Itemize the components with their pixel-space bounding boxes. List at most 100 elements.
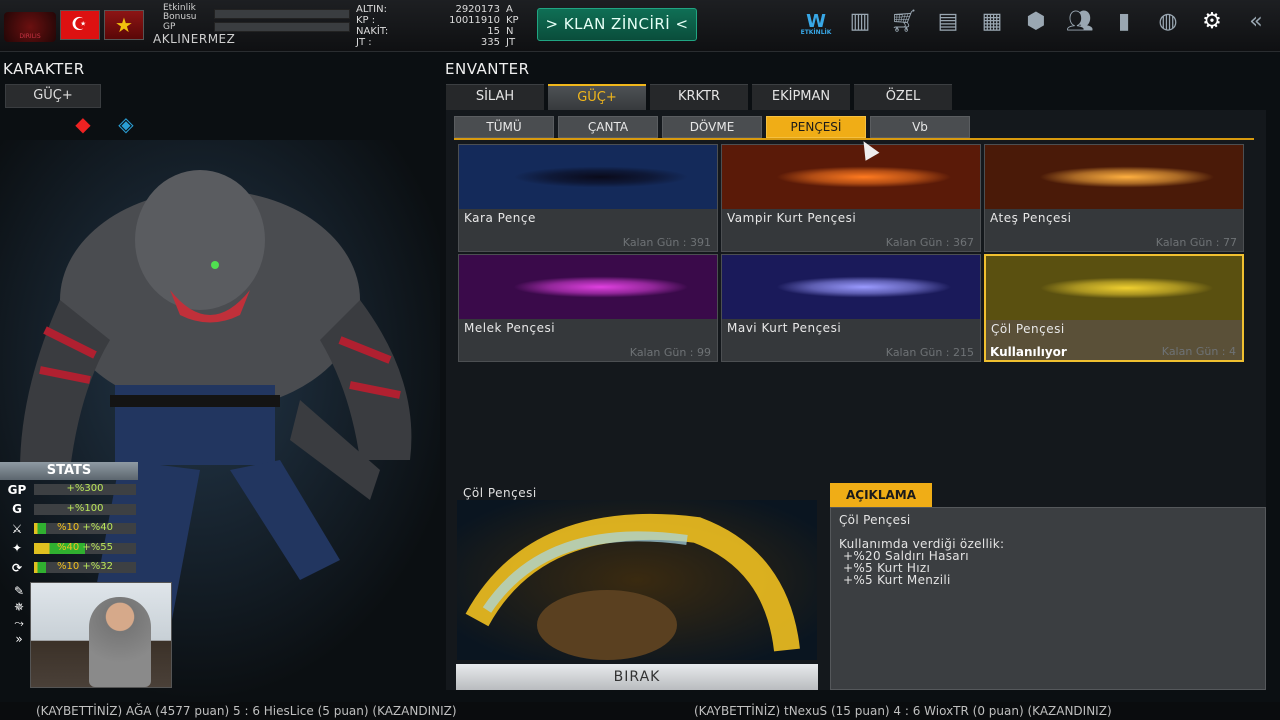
- gp-stat-icon: GP: [7, 482, 27, 497]
- back-icon[interactable]: «: [1238, 8, 1274, 36]
- tab-krktr[interactable]: KRKTR: [650, 84, 748, 110]
- item-name: Vampir Kurt Pençesi: [727, 211, 857, 225]
- item-name: Mavi Kurt Pençesi: [727, 321, 842, 335]
- stats-panel: STATS GP +%300 G +%100 ⚔ %10 +%40 ✦ %40 …: [0, 462, 140, 582]
- tab-ekipman[interactable]: EKİPMAN: [752, 84, 850, 110]
- gp-stat-value: +%300: [66, 483, 104, 495]
- item-card[interactable]: Mavi Kurt Pençesi Kalan Gün : 215: [721, 254, 981, 362]
- item-in-use-label: Kullanılıyor: [990, 345, 1067, 359]
- item-art: [985, 145, 1243, 209]
- subtab-tumu[interactable]: TÜMÜ: [454, 116, 554, 138]
- tab-ozel[interactable]: ÖZEL: [854, 84, 952, 110]
- match-results-ticker: (KAYBETTİNİZ) AĞA (4577 puan) 5 : 6 Hies…: [0, 702, 1280, 720]
- item-card[interactable]: Vampir Kurt Pençesi Kalan Gün : 367: [721, 144, 981, 252]
- claw-icon: ⤳: [14, 616, 24, 630]
- box-icon[interactable]: ⬢: [1018, 8, 1054, 36]
- tab-guc[interactable]: GÜÇ+: [548, 84, 646, 110]
- item-days-left: Kalan Gün : 367: [885, 236, 974, 249]
- attack-stat-icon: ⚔: [11, 521, 23, 536]
- etkinlik-icon[interactable]: W ETKİNLİK: [798, 8, 834, 36]
- speed-stat-icon: ✦: [11, 541, 23, 556]
- item-art: [459, 145, 717, 209]
- item-days-left: Kalan Gün : 391: [622, 236, 711, 249]
- item-grid: Kara Pençe Kalan Gün : 391 Vampir Kurt P…: [458, 144, 1244, 362]
- karakter-title: KARAKTER: [3, 60, 85, 78]
- preview-image: [457, 500, 817, 660]
- item-card[interactable]: Kara Pençe Kalan Gün : 391: [458, 144, 718, 252]
- range-stat-value: %10 +%32: [56, 561, 114, 573]
- item-art: [722, 255, 980, 319]
- gp-label: GP: [163, 22, 176, 32]
- rank-star-icon: [104, 10, 144, 40]
- stat-row-g: G +%100: [0, 500, 140, 520]
- stats-title: STATS: [0, 462, 138, 480]
- gp-stat-bar: +%300: [34, 483, 136, 496]
- subtab-dovme[interactable]: DÖVME: [662, 116, 762, 138]
- preview-title: Çöl Pençesi: [463, 486, 537, 500]
- envanter-title: ENVANTER: [445, 60, 530, 78]
- red-skill-icon[interactable]: ◆: [66, 112, 100, 138]
- item-art: [459, 255, 717, 319]
- klan-zinciri-button[interactable]: > KLAN ZİNCİRİ <: [537, 8, 697, 41]
- attack-stat-bar: %10 +%40: [34, 522, 136, 535]
- item-name: Melek Pençesi: [464, 321, 556, 335]
- character-guc-tab[interactable]: GÜÇ+: [5, 84, 101, 108]
- cart-icon[interactable]: 🛒︎: [886, 8, 922, 36]
- bonus-label: Etkinlik Bonusu: [163, 3, 197, 22]
- gold-stat-icon: G: [12, 502, 22, 517]
- streamer-figure: [89, 597, 151, 687]
- currency-panel: ALTIN: 2920173 A KP :10011910 KP NAKİT: 15 N …: [356, 4, 519, 48]
- birak-button[interactable]: BIRAK: [456, 664, 818, 690]
- webcam-overlay: [30, 582, 172, 688]
- country-flag-icon: [60, 10, 100, 40]
- stat-row-gp: GP +%300: [0, 480, 140, 500]
- item-card[interactable]: Melek Pençesi Kalan Gün : 99: [458, 254, 718, 362]
- inventory-main-tabs: SİLAH GÜÇ+ KRKTR EKİPMAN ÖZEL: [446, 84, 952, 110]
- chart-icon[interactable]: ▮: [1106, 8, 1142, 36]
- username: AKLINERMEZ: [153, 32, 236, 46]
- top-bar: DIRILIS EtkinlikBonusu GP AKLINERMEZ ALT…: [0, 0, 1280, 52]
- item-name: Çöl Pençesi: [991, 322, 1065, 336]
- blue-skill-icon[interactable]: ◈: [110, 112, 142, 138]
- item-name: Kara Pençe: [464, 211, 536, 225]
- subtab-vb[interactable]: Vb: [870, 116, 970, 138]
- item-days-left: Kalan Gün : 215: [885, 346, 974, 359]
- description-box: Çöl Pençesi Kullanımda verdiği özellik: …: [830, 507, 1266, 690]
- item-art: [986, 256, 1242, 320]
- gold-stat-bar: +%100: [34, 502, 136, 515]
- attack-stat-value: %10 +%40: [56, 522, 114, 534]
- gp-bar: [214, 22, 350, 32]
- chest-icon[interactable]: ▤: [930, 8, 966, 36]
- speed-stat-value: %40 +%55: [56, 541, 114, 553]
- item-card[interactable]: Ateş Pençesi Kalan Gün : 77: [984, 144, 1244, 252]
- subtab-canta[interactable]: ÇANTA: [558, 116, 658, 138]
- gold-stat-value: +%100: [66, 502, 104, 514]
- gear-icon[interactable]: ⚙: [1194, 8, 1230, 36]
- item-art: [722, 145, 980, 209]
- aciklama-tab[interactable]: AÇIKLAMA: [830, 483, 932, 507]
- users-icon[interactable]: 👥︎: [1062, 8, 1098, 36]
- stat-row-range: ⟳ %10 +%32: [0, 558, 140, 578]
- stat-row-attack: ⚔ %10 +%40: [0, 519, 140, 539]
- dash-icon: »: [15, 632, 23, 646]
- left-ability-icons: ✎ ✵ ⤳ »: [8, 584, 30, 648]
- speed-stat-bar: %40 +%55: [34, 541, 136, 554]
- subtab-underline: [454, 138, 1254, 140]
- columns-icon[interactable]: ▦: [974, 8, 1010, 36]
- item-name: Ateş Pençesi: [990, 211, 1072, 225]
- buildings-icon[interactable]: ▥: [842, 8, 878, 36]
- item-card-selected[interactable]: Çöl Pençesi Kullanılıyor Kalan Gün : 4: [984, 254, 1244, 362]
- description-line: +%5 Kurt Menzili: [843, 573, 951, 587]
- paw-icon: ✵: [13, 600, 25, 614]
- item-days-left: Kalan Gün : 4: [1161, 345, 1236, 358]
- game-logo[interactable]: DIRILIS: [4, 12, 56, 42]
- tab-silah[interactable]: SİLAH: [446, 84, 544, 110]
- subtab-pencesi[interactable]: PENÇESİ: [766, 116, 866, 138]
- inventory-sub-tabs: TÜMÜ ÇANTA DÖVME PENÇESİ Vb: [454, 116, 970, 138]
- item-days-left: Kalan Gün : 77: [1155, 236, 1237, 249]
- item-days-left: Kalan Gün : 99: [629, 346, 711, 359]
- top-icon-bar: W ETKİNLİK ▥ 🛒︎ ▤ ▦ ⬢ 👥︎ ▮ ◍ ⚙ «: [798, 8, 1274, 36]
- ticker-left: (KAYBETTİNİZ) AĞA (4577 puan) 5 : 6 Hies…: [36, 704, 457, 718]
- globe-icon[interactable]: ◍: [1150, 8, 1186, 36]
- bonus-bar: [214, 9, 350, 19]
